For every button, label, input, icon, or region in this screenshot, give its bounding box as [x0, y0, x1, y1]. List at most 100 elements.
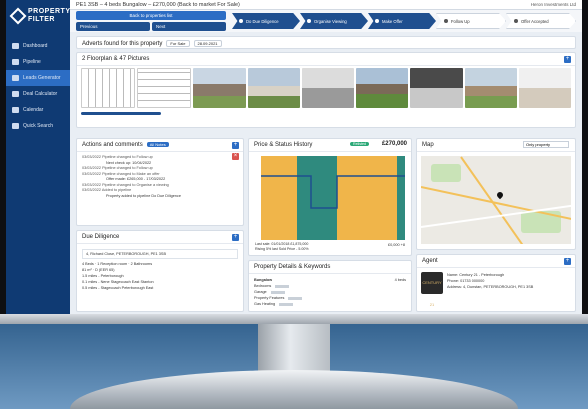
- property-photo[interactable]: [518, 68, 571, 108]
- log-date: 03/03/2022: [82, 182, 102, 187]
- step-check-icon: [307, 19, 311, 23]
- floorplan-image[interactable]: [137, 68, 192, 108]
- property-photo[interactable]: [247, 68, 300, 108]
- expand-icon[interactable]: +: [232, 234, 239, 241]
- log-text: Pipeline changed to Organise a viewing: [102, 182, 169, 187]
- navigation-bar: Back to properties list Previous Next Do…: [70, 10, 582, 32]
- agent-address: Address: 4, Dunstan, PETERBOROUGH, PE1 3…: [447, 285, 534, 289]
- step-label: Offer Accepted: [521, 18, 549, 24]
- expand-icon[interactable]: +: [564, 258, 571, 265]
- property-details-title: Property Details & Keywords: [249, 261, 411, 274]
- adverts-card: Adverts found for this property For Sale 2…: [76, 36, 576, 49]
- step-check-icon: [239, 19, 243, 23]
- bath-value: 2 Bathrooms: [130, 262, 153, 266]
- log-text: Added to pipeline: [101, 188, 132, 192]
- keyword-tag[interactable]: [275, 284, 290, 288]
- logo-icon: [9, 7, 27, 25]
- log-sub: Property added to pipeline Do Due Dilige…: [106, 193, 181, 198]
- map-filter-select[interactable]: Only property: [523, 141, 569, 148]
- photo-strip: [77, 66, 575, 110]
- logo-line-1: PROPERTY: [28, 8, 71, 15]
- sidebar: PROPERTY FILTER Dashboard Pipeline Leads…: [6, 0, 70, 314]
- step-cart-icon: [514, 19, 518, 23]
- sidebar-item-label: Leads Generator: [23, 75, 61, 81]
- log-text: Pipeline changed to Follow up: [102, 155, 153, 159]
- school-item: 0.5 miles - Stagecoach Peterborough East: [82, 286, 154, 290]
- actions-card: Actions and comments All Notes + × 03/03/…: [76, 138, 244, 226]
- back-to-list-button[interactable]: Back to properties list: [76, 11, 226, 20]
- step-organise-viewing[interactable]: Organise Viewing: [300, 13, 368, 29]
- status-band: [297, 156, 337, 240]
- property-photo[interactable]: [464, 68, 517, 108]
- calendar-icon: [12, 107, 19, 113]
- detail-label: Bedrooms: [254, 284, 272, 288]
- details-rows: Bungalow 4 beds Bedrooms Garage Property …: [249, 274, 411, 310]
- leads-icon: [12, 75, 19, 81]
- actions-title: Actions and comments: [82, 142, 143, 148]
- status-band: [261, 156, 297, 240]
- monitor-stand-neck: [258, 324, 330, 374]
- logo-text: PROPERTY FILTER: [28, 8, 71, 24]
- agent-logo: CENTURY 21: [421, 272, 443, 307]
- sidebar-item-quick-search[interactable]: Quick Search: [6, 118, 70, 134]
- log-date: 03/03/2022: [82, 188, 102, 192]
- adverts-header: Adverts found for this property For Sale 2…: [77, 37, 575, 50]
- gallery-scrollbar[interactable]: [81, 112, 161, 115]
- floorplan-image[interactable]: [81, 68, 136, 108]
- map-park: [431, 164, 461, 182]
- price-chart: [261, 156, 405, 240]
- sidebar-item-label: Dashboard: [23, 43, 48, 49]
- sidebar-item-dashboard[interactable]: Dashboard: [6, 38, 70, 54]
- step-follow-up[interactable]: Follow Up: [436, 13, 506, 29]
- adverts-title: Adverts found for this property: [82, 41, 163, 47]
- user-menu[interactable]: Heron Investments Ltd: [531, 2, 576, 7]
- add-note-icon[interactable]: +: [232, 142, 239, 149]
- monitor-screen: PROPERTY FILTER Dashboard Pipeline Leads…: [6, 0, 582, 314]
- price-amount: £0,000 +8: [388, 243, 405, 247]
- address-field[interactable]: 4, Richard Close, PETERBOROUGH, PE1 3SB: [82, 249, 238, 259]
- step-offer-accepted[interactable]: Offer Accepted: [506, 13, 576, 29]
- next-button[interactable]: Next: [152, 22, 226, 31]
- advert-source-pill[interactable]: For Sale: [166, 40, 190, 47]
- delete-icon[interactable]: ×: [232, 153, 239, 160]
- sidebar-item-label: Pipeline: [23, 59, 41, 65]
- back-controls: Back to properties list Previous Next: [76, 11, 226, 31]
- sidebar-item-deal-calculator[interactable]: Deal Calculator: [6, 86, 70, 102]
- actions-log: 03/03/2022 Pipeline changed to Follow up…: [77, 152, 243, 202]
- status-badge: Relisted: [350, 142, 369, 146]
- actions-header: Actions and comments All Notes: [77, 139, 243, 152]
- sidebar-nav: Dashboard Pipeline Leads Generator Deal …: [6, 38, 70, 134]
- notes-filter[interactable]: All Notes: [146, 142, 169, 147]
- property-photo[interactable]: [356, 68, 409, 108]
- sidebar-item-leads-generator[interactable]: Leads Generator: [6, 70, 70, 86]
- agent-body: CENTURY 21 Name: Century 21 - Peterborou…: [417, 268, 575, 307]
- step-label: Follow Up: [451, 18, 470, 24]
- log-date: 03/03/2022: [82, 166, 102, 170]
- keyword-tag[interactable]: [288, 296, 303, 300]
- step-make-offer[interactable]: Make Offer: [368, 13, 436, 29]
- status-band: [337, 156, 397, 240]
- pictures-title: 2 Floorplan & 47 Pictures: [77, 53, 575, 66]
- top-bar: PE1 3SB – 4 beds Bungalow – £270,000 (Ba…: [70, 0, 582, 10]
- property-photo[interactable]: [410, 68, 463, 108]
- step-refresh-icon: [444, 19, 448, 23]
- keyword-tag[interactable]: [279, 302, 294, 306]
- step-due-diligence[interactable]: Do Due Diligence: [232, 13, 300, 29]
- calculator-icon: [12, 91, 19, 97]
- logo[interactable]: PROPERTY FILTER: [6, 0, 70, 30]
- monitor-chin: [0, 314, 588, 324]
- map-road: [460, 156, 531, 244]
- sidebar-item-calendar[interactable]: Calendar: [6, 102, 70, 118]
- property-photo[interactable]: [301, 68, 355, 108]
- keyword-tag[interactable]: [270, 290, 285, 294]
- advert-date-pill[interactable]: 28.09.2021: [193, 40, 222, 47]
- monitor-bezel: PROPERTY FILTER Dashboard Pipeline Leads…: [0, 0, 588, 322]
- property-photo[interactable]: [193, 68, 246, 108]
- location-pin-icon[interactable]: [495, 190, 505, 200]
- due-diligence-title: Due Diligence: [77, 231, 243, 244]
- expand-icon[interactable]: +: [564, 56, 571, 63]
- sidebar-item-pipeline[interactable]: Pipeline: [6, 54, 70, 70]
- sidebar-item-label: Calendar: [23, 107, 44, 113]
- map-view[interactable]: [421, 156, 571, 244]
- previous-button[interactable]: Previous: [76, 22, 150, 31]
